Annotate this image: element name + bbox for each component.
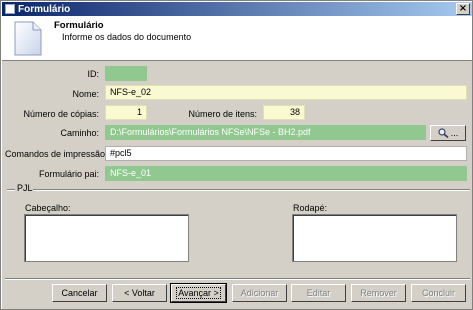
remove-button[interactable]: Remover	[351, 284, 406, 302]
header-subtitle: Informe os dados do documento	[62, 32, 192, 42]
comandos-label: Comandos de impressão:	[5, 149, 108, 159]
edit-button[interactable]: Editar	[291, 284, 346, 302]
header-title: Formulário	[54, 20, 104, 31]
wizard-header: Formulário Informe os dados do documento	[2, 16, 472, 61]
nome-field[interactable]: NFS-e_02	[105, 85, 467, 100]
rodape-label: Rodapé:	[293, 203, 328, 213]
button-bar-divider	[5, 278, 470, 279]
search-icon	[438, 128, 449, 138]
browse-label: ...	[450, 128, 459, 138]
close-button[interactable]: ×	[456, 3, 470, 15]
pai-field[interactable]: NFS-e_01	[105, 166, 467, 181]
comandos-field[interactable]: #pcl5	[105, 146, 467, 161]
next-button-label: Avançar >	[176, 287, 221, 299]
id-label: ID:	[87, 69, 99, 79]
pjl-divider	[33, 189, 470, 190]
copias-label: Número de cópias:	[23, 109, 99, 119]
itens-label: Número de itens:	[188, 109, 257, 119]
form-icon	[5, 4, 15, 14]
id-field[interactable]	[105, 66, 147, 81]
close-icon: ×	[458, 3, 468, 14]
title-bar[interactable]: Formulário ×	[2, 2, 472, 16]
dialog-window: Formulário × Formulário Informe os dados…	[0, 0, 473, 310]
itens-field[interactable]: 38	[263, 105, 305, 120]
back-button[interactable]: < Voltar	[112, 284, 167, 302]
rodape-textarea[interactable]	[292, 214, 457, 262]
document-icon	[14, 21, 42, 56]
caminho-field[interactable]: D:\Formulários\Formulários NFSe\NFSe - B…	[105, 125, 426, 140]
caminho-label: Caminho:	[60, 128, 99, 138]
copias-field[interactable]: 1	[105, 105, 147, 120]
browse-button[interactable]: ...	[430, 125, 466, 141]
add-button[interactable]: Adicionar	[232, 284, 287, 302]
pjl-group-label: PJL	[15, 183, 35, 193]
pai-label: Formulário pai:	[38, 169, 99, 179]
nome-label: Nome:	[72, 89, 99, 99]
pjl-divider-left	[7, 189, 15, 190]
window-title: Formulário	[18, 3, 71, 15]
cabecalho-label: Cabeçalho:	[25, 203, 71, 213]
cancel-button[interactable]: Cancelar	[52, 284, 107, 302]
cabecalho-textarea[interactable]	[24, 214, 189, 262]
next-button[interactable]: Avançar >	[170, 283, 227, 303]
finish-button[interactable]: Concluir	[411, 284, 466, 302]
